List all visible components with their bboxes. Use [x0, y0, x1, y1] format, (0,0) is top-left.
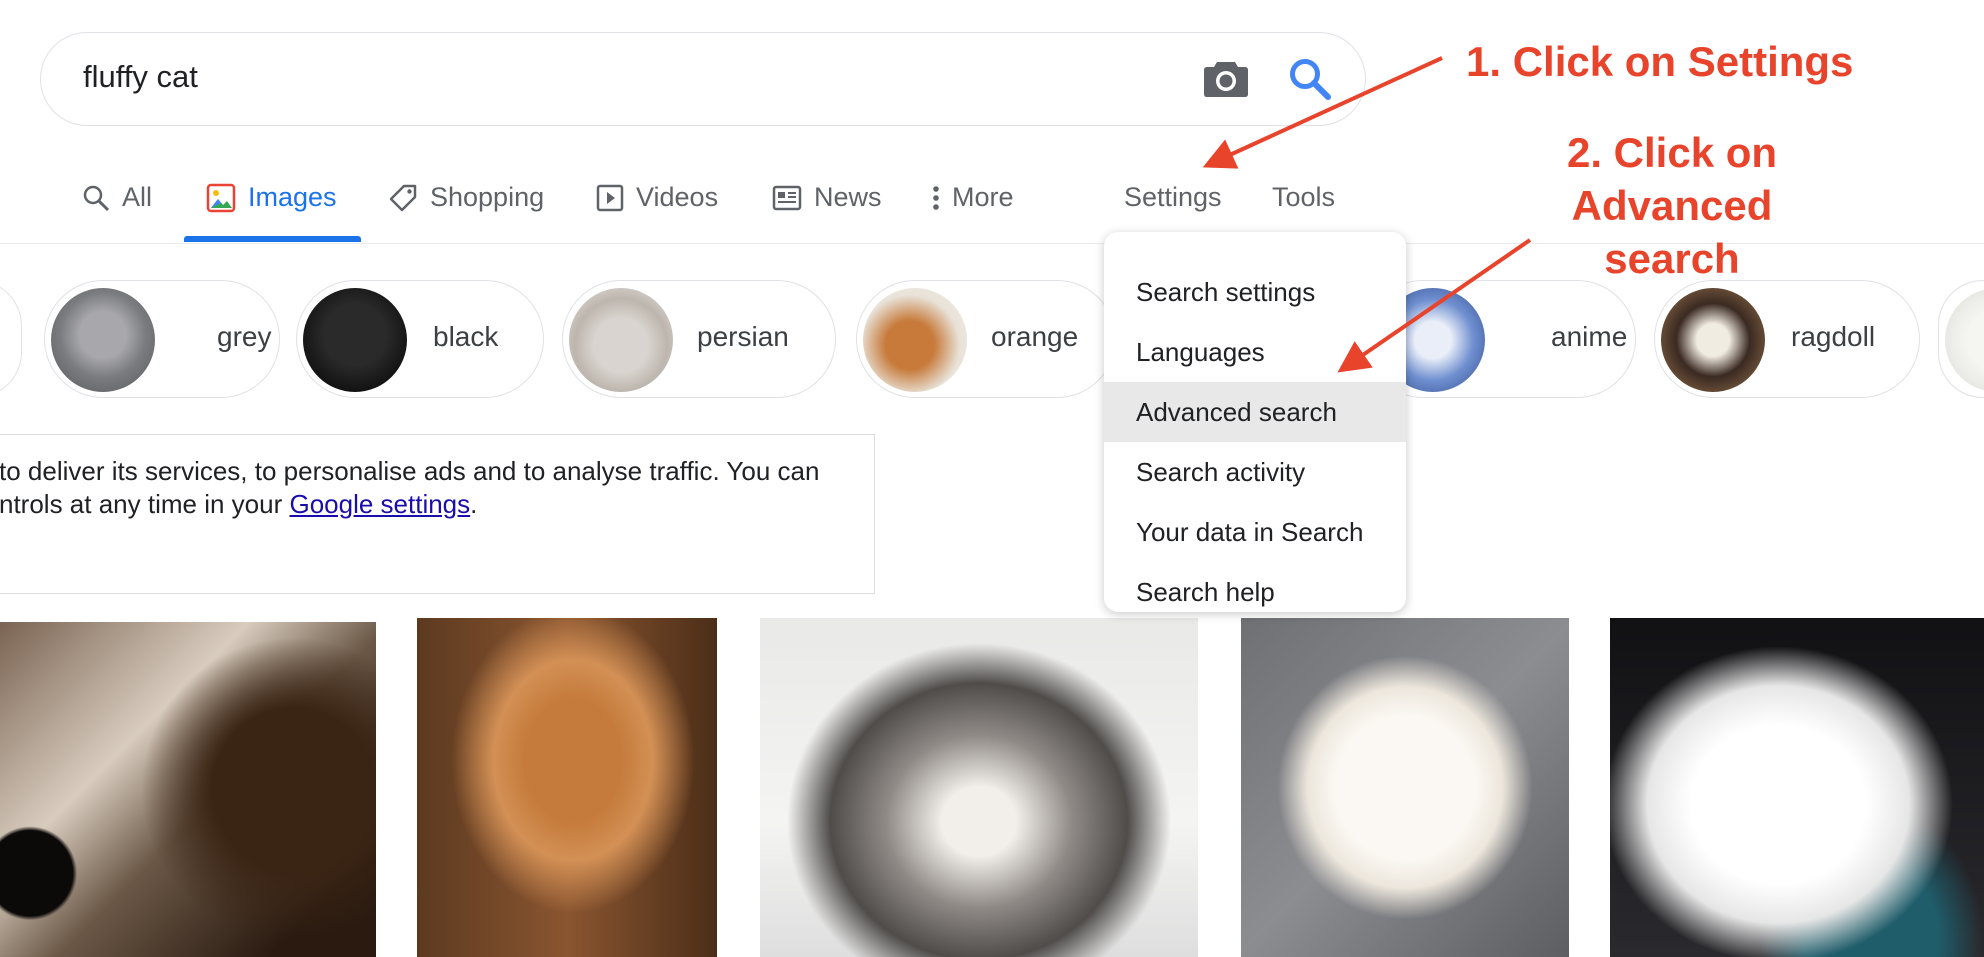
annotation-step-2-line-1: 2. Click on	[1566, 129, 1778, 176]
arrow-to-settings	[1202, 56, 1443, 169]
annotation-step-2-line-3: search	[1604, 235, 1740, 282]
annotation-step-2: 2. Click on Advanced search	[1482, 126, 1862, 285]
annotation-step-2-line-2: Advanced	[1571, 182, 1773, 229]
annotation-step-1: 1. Click on Settings	[1466, 38, 1854, 85]
